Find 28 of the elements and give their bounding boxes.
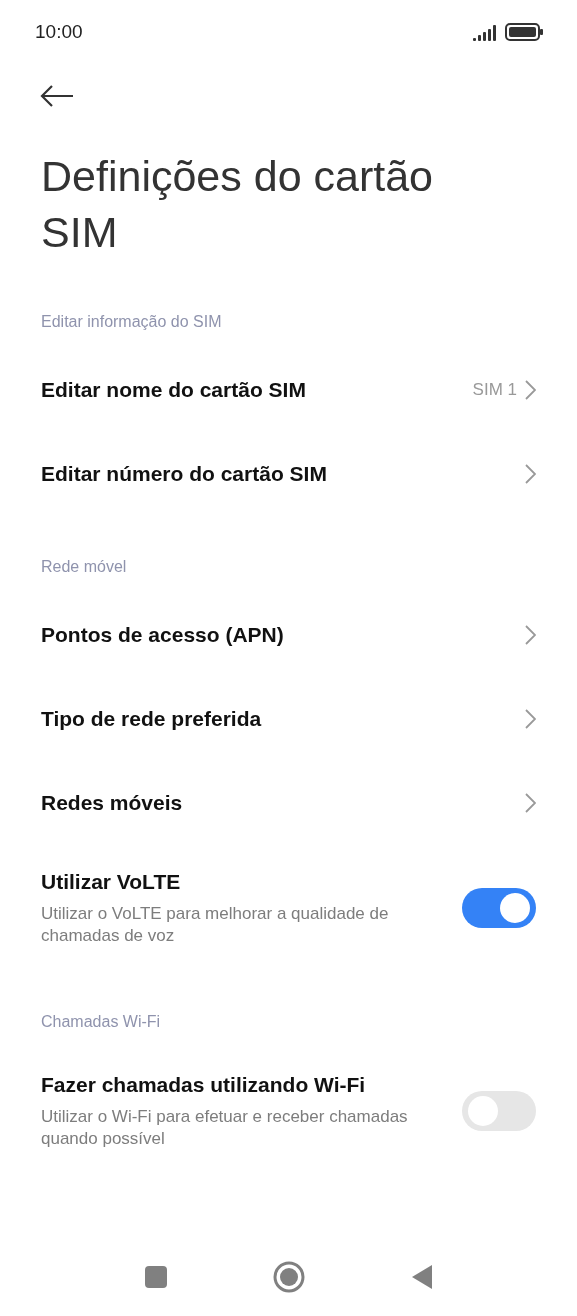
setting-description: Utilizar o VoLTE para melhorar a qualidade de chamadas de voz	[41, 903, 390, 947]
recents-button[interactable]	[143, 1265, 168, 1289]
chevron-right-icon[interactable]	[525, 625, 536, 645]
setting-title: Utilizar VoLTE	[41, 869, 182, 895]
setting-title: Editar nome do cartão SIM	[41, 377, 306, 403]
section-header: Rede móvel	[41, 557, 127, 577]
chevron-right-icon[interactable]	[525, 793, 536, 813]
section-header: Chamadas Wi-Fi	[41, 1012, 161, 1032]
signal-icon	[473, 23, 499, 41]
chevron-right-icon[interactable]	[525, 709, 536, 729]
setting-title: Editar número do cartão SIM	[41, 461, 327, 487]
chevron-right-icon[interactable]	[525, 380, 536, 400]
setting-title: Fazer chamadas utilizando Wi-Fi	[41, 1072, 367, 1098]
setting-title: Redes móveis	[41, 790, 183, 816]
chevron-right-icon[interactable]	[525, 464, 536, 484]
home-button[interactable]	[272, 1261, 305, 1293]
toggle-switch[interactable]	[462, 888, 536, 928]
back-nav-button[interactable]	[410, 1264, 433, 1290]
setting-description: Utilizar o Wi-Fi para efetuar e receber chamadas quando possível	[41, 1106, 409, 1150]
section-header: Editar informação do SIM	[41, 312, 222, 332]
battery-icon	[505, 23, 543, 41]
setting-title: Pontos de acesso (APN)	[41, 622, 284, 648]
setting-value: SIM 1	[472, 380, 517, 400]
page-title: Definições do cartão SIM	[41, 151, 434, 258]
toggle-switch[interactable]	[462, 1091, 536, 1131]
back-button[interactable]	[40, 84, 74, 108]
setting-title: Tipo de rede preferida	[41, 706, 262, 732]
status-time: 10:00	[35, 21, 83, 43]
